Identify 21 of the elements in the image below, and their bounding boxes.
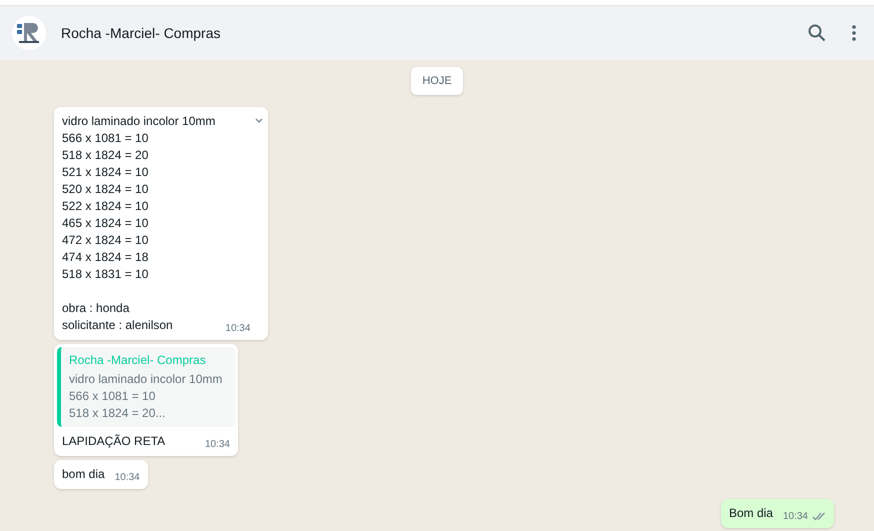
chat-title: Rocha -Marciel- Compras (61, 24, 220, 43)
quoted-text: 566 x 1081 = 10 (69, 388, 156, 405)
quoted-text: vidro laminado incolor 10mm (69, 371, 224, 388)
logo-icon (16, 21, 42, 45)
message-time: 10:34 (114, 471, 140, 485)
message-time: 10:34 (782, 510, 808, 524)
message-text: vidro laminado incolor 10mm 566 x 1081 = 10 518 x 1824 = 20 521 x 1824 = 10 520 x 1824 = 10 522 x 1824 = 10 465 x 1824 = 10 472 x 1824 = 10 474 x 1824 = 18 518 x 1831 = 10 (62, 113, 216, 283)
message-text: bom dia (62, 466, 105, 483)
group-avatar[interactable] (12, 16, 46, 50)
date-chip: HOJE (411, 67, 463, 95)
message-time: 10:34 (204, 438, 230, 452)
quoted-text: 518 x 1824 = 20... (69, 405, 166, 422)
menu-icon[interactable] (852, 25, 856, 41)
message-text: LAPIDAÇÃO RETA (62, 433, 166, 450)
quoted-author: Rocha -Marciel- Compras (69, 352, 207, 369)
chevron-down-icon[interactable] (254, 117, 264, 125)
message-text: Bom dia (728, 505, 773, 522)
quoted-message[interactable]: Rocha -Marciel- Compras vidro laminado incolor 10mm 566 x 1081 = 10 518 x 1824 = 20... (57, 347, 235, 427)
message-time: 10:34 (225, 322, 250, 336)
message-text: obra : honda solicitante : alenilson (62, 300, 174, 334)
search-icon[interactable] (808, 24, 826, 42)
